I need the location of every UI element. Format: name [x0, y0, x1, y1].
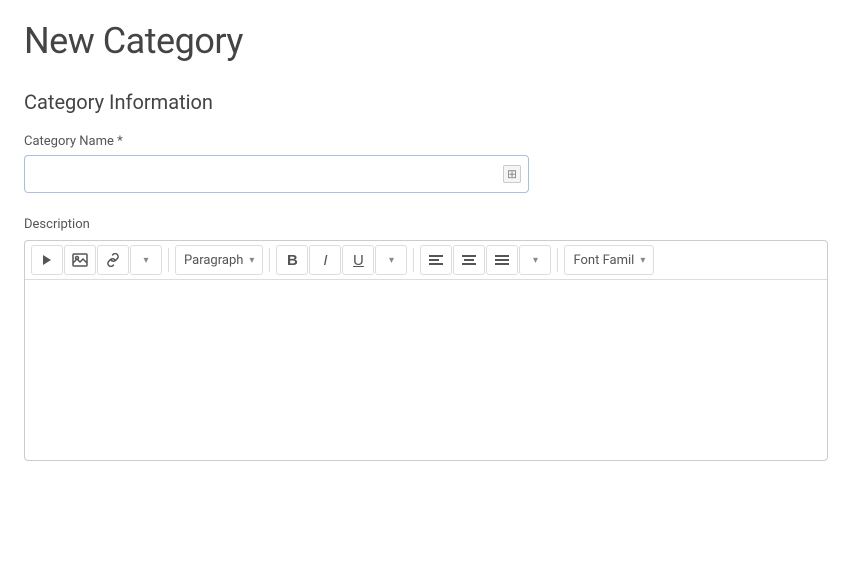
divider-2: [269, 248, 270, 272]
input-helper-icon: ⊞: [503, 165, 521, 183]
underline-icon: U: [353, 252, 364, 269]
image-button[interactable]: [64, 245, 96, 275]
description-field: Description: [24, 217, 828, 461]
align-left-button[interactable]: [420, 245, 452, 275]
page-title: New Category: [24, 20, 828, 62]
underline-button[interactable]: U: [342, 245, 374, 275]
link-button[interactable]: [97, 245, 129, 275]
category-name-label: Category Name *: [24, 134, 828, 149]
media-more-button[interactable]: ▾: [130, 245, 162, 275]
editor-content-area[interactable]: [25, 280, 827, 460]
font-family-label: Font Famil: [573, 253, 634, 268]
divider-3: [413, 248, 414, 272]
description-label: Description: [24, 217, 828, 232]
font-family-dropdown[interactable]: Font Famil ▾: [564, 245, 654, 275]
section-title: Category Information: [24, 90, 828, 114]
media-chevron-icon: ▾: [143, 255, 148, 266]
format-chevron-icon: ▾: [389, 255, 394, 266]
divider-4: [557, 248, 558, 272]
italic-button[interactable]: I: [309, 245, 341, 275]
toolbar-align-group: ▾: [420, 245, 551, 275]
bold-icon: B: [287, 252, 298, 269]
category-name-input[interactable]: [24, 155, 529, 193]
description-editor: ▾ Paragraph ▾ B I U: [24, 240, 828, 461]
category-name-input-wrapper: ⊞: [24, 155, 529, 193]
format-more-button[interactable]: ▾: [375, 245, 407, 275]
paragraph-label: Paragraph: [184, 253, 243, 268]
font-family-chevron-icon: ▾: [640, 255, 645, 266]
align-chevron-icon: ▾: [533, 255, 538, 266]
align-more-button[interactable]: ▾: [519, 245, 551, 275]
paragraph-chevron-icon: ▾: [249, 255, 254, 266]
category-name-field: Category Name * ⊞: [24, 134, 828, 193]
align-justify-button[interactable]: [486, 245, 518, 275]
toolbar-format-group: B I U ▾: [276, 245, 407, 275]
editor-toolbar: ▾ Paragraph ▾ B I U: [25, 241, 827, 280]
bold-button[interactable]: B: [276, 245, 308, 275]
divider-1: [168, 248, 169, 272]
video-button[interactable]: [31, 245, 63, 275]
italic-icon: I: [323, 252, 327, 269]
toolbar-media-group: ▾: [31, 245, 162, 275]
align-center-button[interactable]: [453, 245, 485, 275]
paragraph-dropdown[interactable]: Paragraph ▾: [175, 245, 263, 275]
